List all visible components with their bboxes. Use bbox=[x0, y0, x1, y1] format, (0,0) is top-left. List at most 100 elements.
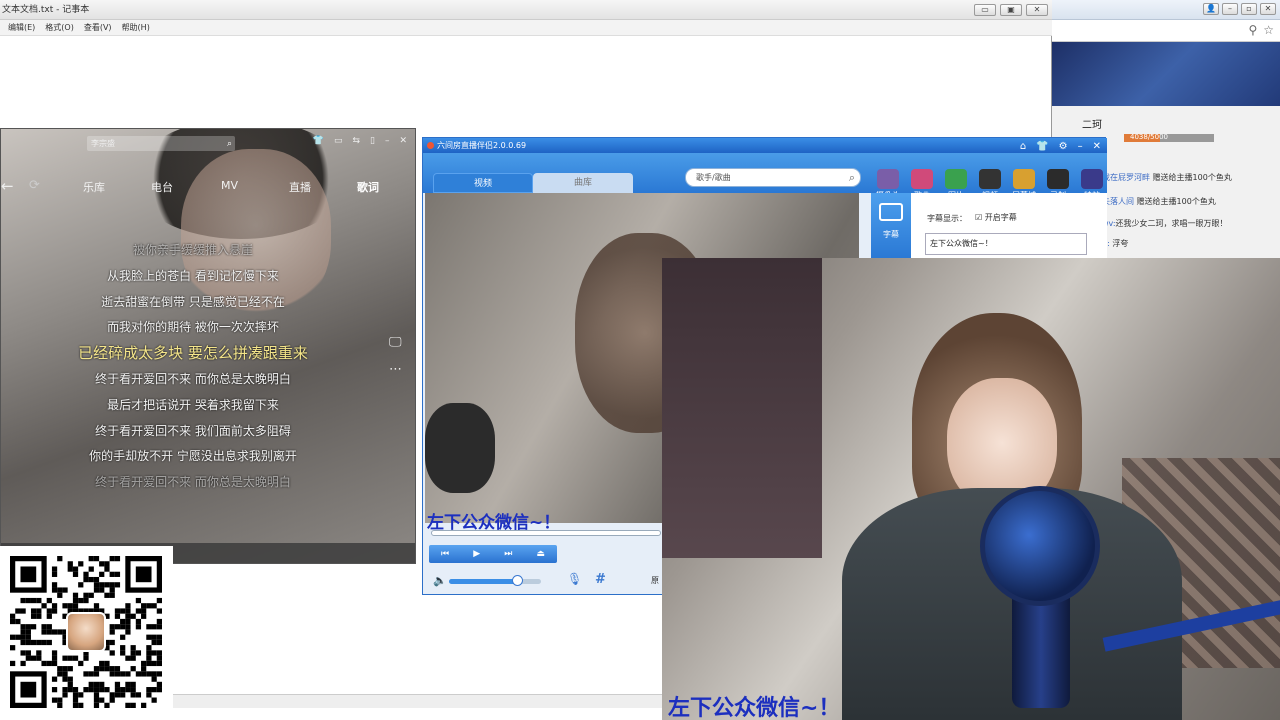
next-icon[interactable]: ⏭ bbox=[504, 549, 512, 559]
tab-radio[interactable]: 电台 bbox=[151, 179, 173, 195]
close-icon[interactable]: ✕ bbox=[399, 136, 407, 146]
lyric-line: 而我对你的期待 被你一次次摔坏 bbox=[107, 320, 279, 335]
subtitle-settings-panel: 字幕 字幕显示： ☑ 开启字幕 左下公众微信~！ bbox=[871, 193, 1107, 259]
lyric-line: 从我脸上的苍白 看到记忆慢下来 bbox=[107, 268, 279, 283]
address-bar-icons: ⚲ ☆ bbox=[1248, 23, 1274, 37]
tab-library[interactable]: 乐库 bbox=[83, 179, 105, 195]
music-search-input[interactable]: 李宗盛 ⌕ bbox=[87, 136, 235, 151]
window-mode-icon[interactable]: ⇆ bbox=[352, 136, 360, 146]
image-icon bbox=[945, 169, 967, 189]
menu-format[interactable]: 格式(O) bbox=[45, 20, 74, 35]
eject-icon[interactable]: ⏏ bbox=[536, 549, 545, 559]
lyric-line: 逝去甜蜜在倒带 只是感觉已经不在 bbox=[101, 294, 285, 309]
webcam-subtitle: 左下公众微信~！ bbox=[668, 696, 841, 720]
tab-live[interactable]: 直播 bbox=[289, 179, 311, 195]
subtitle-text-input[interactable]: 左下公众微信~！ bbox=[925, 233, 1087, 255]
assistant-header: 视频 曲库 歌手/歌曲 ⌕ 摄像头歌曲图片视频屏幕捕捉录制特效 bbox=[423, 153, 1107, 211]
skin-icon[interactable]: 👕 bbox=[1036, 139, 1048, 154]
chat-line: 失落人间 赠送给主播100个鱼丸 bbox=[1102, 196, 1216, 207]
assistant-title-bar: 六间房直播伴侣2.0.0.69 ⌂ 👕 ⚙ – ✕ bbox=[423, 138, 1107, 153]
menu-edit[interactable]: 编辑(E) bbox=[8, 20, 35, 35]
music-search-value: 李宗盛 bbox=[91, 139, 115, 148]
minimize-icon[interactable]: – bbox=[385, 136, 390, 146]
close-button[interactable]: ✕ bbox=[1026, 4, 1048, 16]
minimize-icon[interactable]: – bbox=[1078, 139, 1083, 154]
music-window-controls: 👕 ▭ ⇆ ▯ – ✕ bbox=[313, 136, 407, 146]
restore-button[interactable]: ▫ bbox=[1241, 3, 1257, 15]
assistant-title: 六间房直播伴侣2.0.0.69 bbox=[437, 141, 527, 150]
lyric-line: 最后才把话说开 哭着求我留下来 bbox=[107, 397, 279, 412]
home-icon[interactable]: ⌂ bbox=[1020, 139, 1026, 154]
panel-nav-subtitle[interactable]: 字幕 bbox=[871, 193, 911, 259]
user-icon[interactable]: 👤 bbox=[1203, 3, 1219, 15]
notepad-title: 文本文档.txt - 记事本 bbox=[2, 5, 90, 15]
volume-slider-fill bbox=[449, 579, 518, 584]
music-nav-bar: ← ⟳ 乐库 电台 MV 直播 歌词 bbox=[1, 177, 415, 197]
chat-text: 还我少女二珂，求唱一眼万眼！ bbox=[1115, 219, 1228, 228]
song-search-input[interactable]: 歌手/歌曲 ⌕ bbox=[685, 168, 861, 187]
enable-subtitle-checkbox[interactable]: ☑ 开启字幕 bbox=[975, 212, 1017, 223]
screen-capture-icon bbox=[1013, 169, 1035, 189]
chat-nick[interactable]: 我在屁罗河畔 bbox=[1102, 173, 1150, 182]
chat-text: 赠送给主播100个鱼丸 bbox=[1136, 197, 1216, 206]
play-icon[interactable]: ▶ bbox=[473, 549, 480, 559]
streamer-name: 二珂 bbox=[1082, 120, 1102, 131]
tab-song-library[interactable]: 曲库 bbox=[533, 173, 633, 193]
previous-icon[interactable]: ⏮ bbox=[441, 549, 449, 559]
skin-icon[interactable]: 👕 bbox=[313, 136, 324, 146]
lyric-line: 终于看开爱回不来 而你总是太晚明白 bbox=[95, 372, 291, 386]
lyrics-side-tools: 🖵 ⋯ bbox=[389, 335, 402, 377]
microphone-icon[interactable]: 🎙 bbox=[567, 572, 582, 586]
lyric-line: 被你亲手缓缓推入悬崖 bbox=[132, 243, 253, 257]
back-arrow-icon[interactable]: ← bbox=[1, 177, 14, 195]
song-icon bbox=[911, 169, 933, 189]
battery-icon[interactable]: ▯ bbox=[370, 136, 375, 146]
notepad-menu-bar: 编辑(E) 格式(O) 查看(V) 帮助(H) bbox=[0, 20, 1052, 36]
tab-lyrics[interactable]: 歌词 bbox=[357, 179, 379, 195]
hash-tag-icon[interactable]: # bbox=[595, 572, 606, 587]
minimize-button[interactable]: ▭ bbox=[974, 4, 996, 16]
desktop-lyrics-icon[interactable]: 🖵 bbox=[389, 335, 402, 350]
pin-icon[interactable]: ⚲ bbox=[1248, 23, 1257, 37]
tab-video[interactable]: 视频 bbox=[433, 173, 533, 193]
star-icon[interactable]: ☆ bbox=[1263, 23, 1274, 37]
chat-line: wv:还我少女二珂，求唱一眼万眼！ bbox=[1102, 218, 1228, 229]
playback-controls: ⏮ ▶ ⏭ ⏏ bbox=[429, 545, 557, 563]
search-icon[interactable]: ⌕ bbox=[227, 137, 232, 152]
chat-text: 浮夸 bbox=[1112, 239, 1129, 248]
lyric-line: 终于看开爱回不来 而你总是太晚明白 bbox=[95, 475, 291, 490]
more-options-icon[interactable]: ⋯ bbox=[389, 362, 402, 377]
close-button[interactable]: ✕ bbox=[1260, 3, 1276, 15]
video-icon bbox=[979, 169, 1001, 189]
address-bar[interactable]: ⚲ ☆ bbox=[1052, 20, 1280, 42]
close-icon[interactable]: ✕ bbox=[1093, 139, 1101, 154]
notepad-title-bar: 文本文档.txt - 记事本 ▭ ▣ ✕ bbox=[0, 0, 1052, 20]
minimize-button[interactable]: – bbox=[1222, 3, 1238, 15]
playback-progress-bar[interactable] bbox=[431, 530, 661, 536]
search-icon[interactable]: ⌕ bbox=[849, 169, 855, 186]
lyric-line: 终于看开爱回不来 我们面前太多阻碍 bbox=[95, 423, 291, 438]
cam-background-wall bbox=[662, 258, 822, 558]
app-logo-icon bbox=[427, 142, 434, 149]
original-vocal-label[interactable]: 原 bbox=[651, 575, 659, 586]
preview-kettle bbox=[425, 403, 495, 493]
notepad-window-controls: ▭ ▣ ✕ bbox=[974, 4, 1048, 16]
cam-pop-filter bbox=[980, 486, 1100, 606]
channel-banner-image bbox=[1052, 42, 1280, 106]
browser-window-controls: 👤 – ▫ ✕ bbox=[1203, 3, 1276, 15]
song-search-placeholder: 歌手/歌曲 bbox=[696, 173, 731, 182]
camera-icon bbox=[877, 169, 899, 189]
settings-gear-icon[interactable]: ⚙ bbox=[1059, 139, 1068, 154]
volume-slider-handle[interactable] bbox=[512, 575, 524, 586]
tab-mv[interactable]: MV bbox=[221, 179, 238, 192]
assistant-window-controls: ⌂ 👕 ⚙ – ✕ bbox=[1020, 139, 1101, 154]
subtitle-display-label: 字幕显示： bbox=[927, 214, 967, 223]
record-icon bbox=[1047, 169, 1069, 189]
refresh-icon[interactable]: ⟳ bbox=[29, 178, 40, 193]
menu-view[interactable]: 查看(V) bbox=[84, 20, 112, 35]
chat-line: 我在屁罗河畔 赠送给主播100个鱼丸 bbox=[1102, 172, 1232, 183]
maximize-button[interactable]: ▣ bbox=[1000, 4, 1022, 16]
volume-icon[interactable]: 🔈 bbox=[433, 574, 447, 587]
mini-mode-icon[interactable]: ▭ bbox=[334, 136, 343, 146]
menu-help[interactable]: 帮助(H) bbox=[122, 20, 150, 35]
